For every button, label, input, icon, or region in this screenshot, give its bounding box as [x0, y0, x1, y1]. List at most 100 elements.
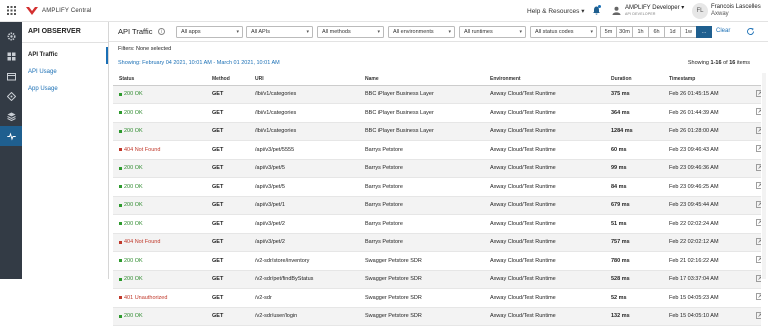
- table-row[interactable]: 200 OK GET/api/v3/pet/2 Barrys Petstore Axw…: [113, 214, 761, 234]
- name-cell: BBC iPlayer Business Layer: [359, 103, 484, 123]
- brand-logo[interactable]: AMPLIFY Central: [26, 6, 92, 15]
- details-icon[interactable]: [756, 274, 761, 282]
- name-cell: Swagger Petstore SDR: [359, 270, 484, 289]
- details-icon[interactable]: [756, 200, 761, 208]
- refresh-icon[interactable]: [746, 27, 755, 36]
- status-cell: 200 OK: [113, 159, 206, 178]
- uri-cell: /api/v3/pet/5: [249, 177, 359, 197]
- subnav-item-api-usage[interactable]: API Usage: [22, 64, 108, 81]
- duration-cell: 60 ms: [605, 140, 663, 160]
- duration-cell: 132 ms: [605, 307, 663, 326]
- chevron-down-icon: ▾: [519, 29, 522, 35]
- details-icon[interactable]: [756, 145, 761, 153]
- subnav-item-app-usage[interactable]: App Usage: [22, 81, 108, 98]
- table-row[interactable]: 200 OK GET/v2-sdr/store/inventory Swagger …: [113, 251, 761, 271]
- nav-settings[interactable]: [0, 26, 22, 46]
- table-row[interactable]: 200 OK GET/lbi/v1/categories BBC iPlayer B…: [113, 122, 761, 141]
- environment-cell: Axway Cloud/Test Runtime: [484, 288, 605, 308]
- table-row[interactable]: 200 OK GET/lbi/v1/categories BBC iPlayer B…: [113, 103, 761, 123]
- name-cell: Barrys Petstore: [359, 233, 484, 252]
- user-profile[interactable]: Francois Lascelles Axway: [711, 4, 761, 17]
- clear-filters-link[interactable]: Clear: [716, 28, 730, 34]
- range-5m-button[interactable]: 5m: [600, 26, 616, 38]
- status-badge: 200 OK: [119, 276, 143, 282]
- user-org: Axway: [711, 11, 729, 17]
- column-header-duration[interactable]: Duration: [605, 73, 663, 86]
- nav-topology[interactable]: [0, 86, 22, 106]
- status-codes-dropdown[interactable]: All status codes ▾: [530, 26, 597, 38]
- details-icon[interactable]: [756, 163, 761, 171]
- status-badge: 404 Not Found: [119, 239, 160, 245]
- subnav-item-api-traffic[interactable]: API Traffic: [22, 47, 108, 64]
- table-scrollbar[interactable]: [762, 73, 766, 279]
- details-icon[interactable]: [756, 256, 761, 264]
- apps-dropdown[interactable]: All apps ▾: [176, 26, 243, 38]
- method-cell: GET: [206, 288, 249, 308]
- column-header-method[interactable]: Method: [206, 73, 249, 86]
- table-row[interactable]: 200 OK GET/v2-sdr/user/login Swagger Petst…: [113, 307, 761, 326]
- range-1h-button[interactable]: 1h: [632, 26, 648, 38]
- role-subtitle: API DEVELOPER: [625, 12, 656, 16]
- app-grid-icon[interactable]: [0, 0, 22, 22]
- timestamp-cell: Feb 23 09:46:25 AM: [663, 177, 750, 197]
- timestamp-cell: Feb 15 04:05:10 AM: [663, 307, 750, 326]
- uri-cell: /lbi/v1/categories: [249, 103, 359, 123]
- method-cell: GET: [206, 177, 249, 197]
- environment-cell: Axway Cloud/Test Runtime: [484, 251, 605, 271]
- range-1d-button[interactable]: 1d: [664, 26, 680, 38]
- range-6h-button[interactable]: 6h: [648, 26, 664, 38]
- nav-catalog[interactable]: [0, 66, 22, 86]
- table-row[interactable]: 404 Not Found GET/api/v3/pet/2 Barrys Pets…: [113, 233, 761, 252]
- details-cell: [750, 196, 761, 215]
- details-icon[interactable]: [756, 237, 761, 245]
- settings-icon: [6, 31, 16, 41]
- table-header-row: Status Method URI Name Environment Durat…: [113, 73, 761, 86]
- role-switcher[interactable]: AMPLIFY Developer ▾ API DEVELOPER: [612, 4, 684, 16]
- avatar[interactable]: FL: [692, 3, 708, 19]
- nav-stack[interactable]: [0, 106, 22, 126]
- observer-subnav: API OBSERVER API Traffic API Usage App U…: [22, 22, 109, 279]
- nav-api-observer[interactable]: [0, 126, 22, 146]
- role-title: AMPLIFY Developer: [625, 5, 680, 11]
- environment-cell: Axway Cloud/Test Runtime: [484, 177, 605, 197]
- info-icon[interactable]: i: [158, 28, 165, 35]
- column-header-name[interactable]: Name: [359, 73, 484, 86]
- details-icon[interactable]: [756, 219, 761, 227]
- table-row[interactable]: 401 Unauthorized GET/v2-sdr Swagger Petsto…: [113, 288, 761, 308]
- range-30m-button[interactable]: 30m: [616, 26, 632, 38]
- column-header-actions: [750, 73, 761, 86]
- column-header-status[interactable]: Status: [113, 73, 206, 86]
- help-resources-menu[interactable]: Help & Resources ▾: [527, 7, 584, 15]
- user-name: Francois Lascelles: [711, 4, 761, 10]
- table-row[interactable]: 200 OK GET/v2-sdr/pet/findByStatus Swagger…: [113, 270, 761, 289]
- details-icon[interactable]: [756, 89, 761, 97]
- table-row[interactable]: 200 OK GET/lbi/v1/categories BBC iPlayer B…: [113, 85, 761, 104]
- status-text: 200 OK: [124, 220, 143, 227]
- details-icon[interactable]: [756, 108, 761, 116]
- apis-dropdown[interactable]: All APIs ▾: [246, 26, 313, 38]
- details-icon[interactable]: [756, 311, 761, 319]
- status-text: 200 OK: [124, 165, 143, 171]
- details-icon[interactable]: [756, 293, 761, 301]
- status-dot-icon: [119, 277, 122, 281]
- stack-icon: [6, 112, 16, 121]
- environments-dropdown-value: All environments: [393, 29, 434, 35]
- user-role-icon: [612, 6, 621, 15]
- table-row[interactable]: 200 OK GET/api/v3/pet/1 Barrys Petstore Axw…: [113, 196, 761, 215]
- runtimes-dropdown[interactable]: All runtimes ▾: [459, 26, 526, 38]
- table-row[interactable]: 200 OK GET/api/v3/pet/5 Barrys Petstore Axw…: [113, 177, 761, 197]
- environments-dropdown[interactable]: All environments ▾: [388, 26, 455, 38]
- status-cell: 404 Not Found: [113, 233, 206, 252]
- methods-dropdown[interactable]: All methods ▾: [317, 26, 384, 38]
- column-header-uri[interactable]: URI: [249, 73, 359, 86]
- details-icon[interactable]: [756, 126, 761, 134]
- table-row[interactable]: 404 Not Found GET/api/v3/pet/5555 Barrys P…: [113, 140, 761, 160]
- column-header-timestamp[interactable]: Timestamp: [663, 73, 750, 86]
- range-custom-button[interactable]: ...: [696, 26, 712, 38]
- table-row[interactable]: 200 OK GET/api/v3/pet/5 Barrys Petstore Axw…: [113, 159, 761, 178]
- range-1w-button[interactable]: 1w: [680, 26, 696, 38]
- details-icon[interactable]: [756, 182, 761, 190]
- apis-dropdown-value: All APIs: [251, 29, 270, 35]
- column-header-environment[interactable]: Environment: [484, 73, 605, 86]
- nav-apps[interactable]: [0, 46, 22, 66]
